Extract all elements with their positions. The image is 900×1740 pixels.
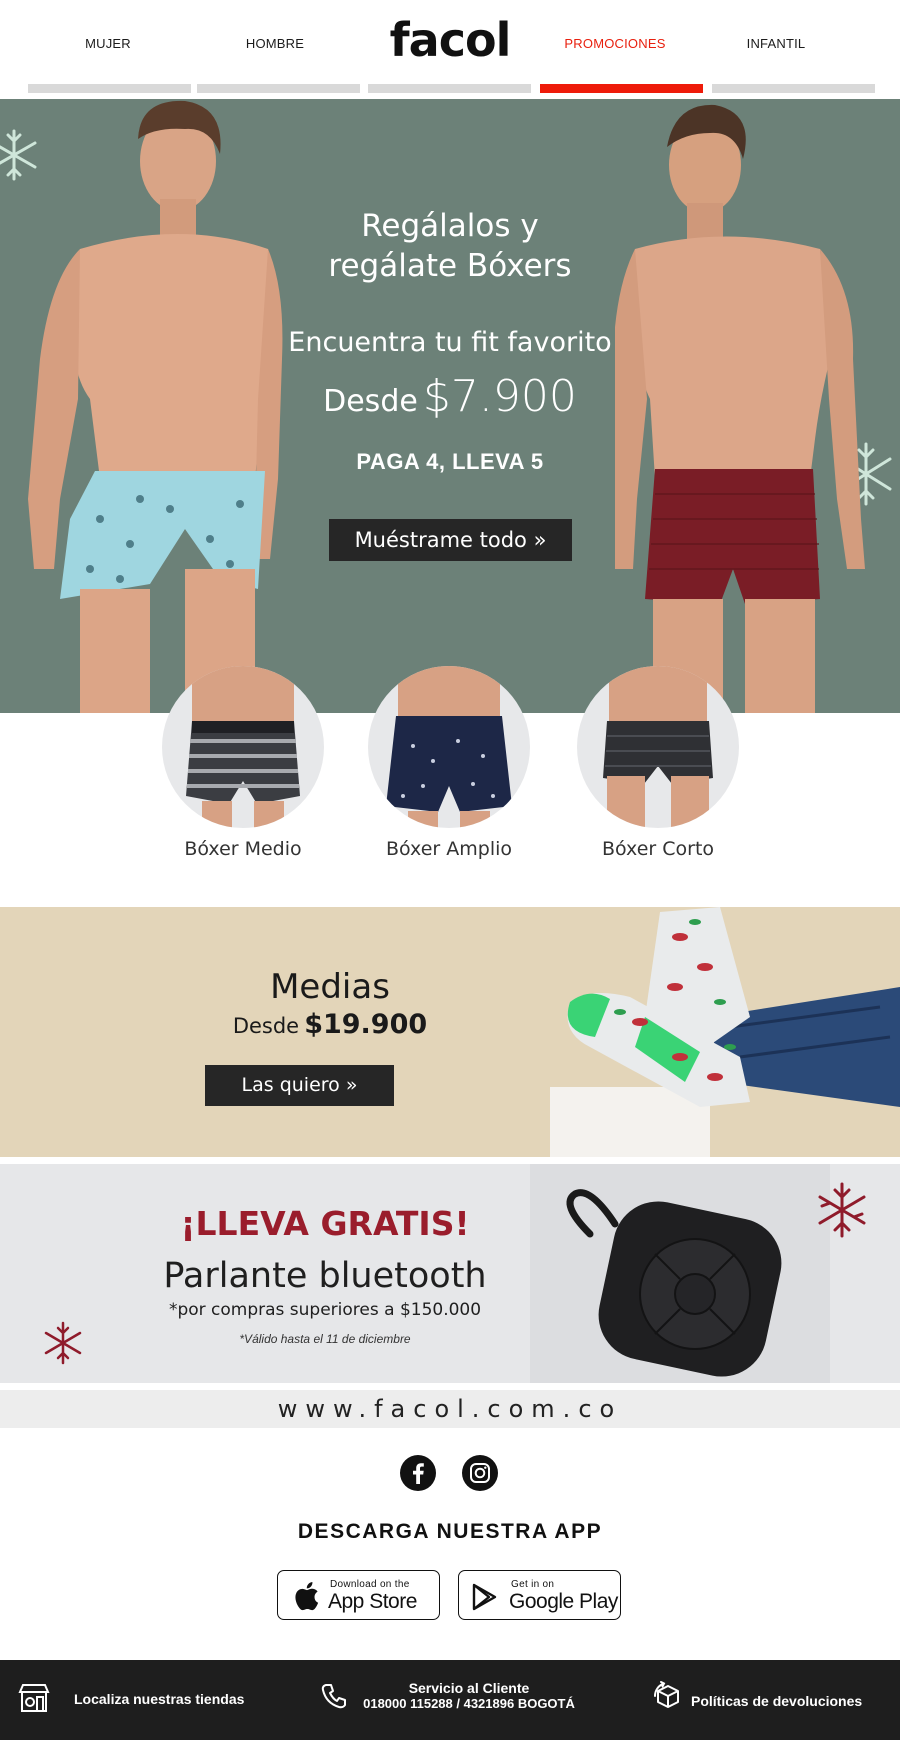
- nav-promociones[interactable]: PROMOCIONES: [535, 36, 695, 51]
- apple-icon: [295, 1582, 319, 1611]
- category-label: Bóxer Amplio: [385, 838, 513, 860]
- stores-link[interactable]: Localiza nuestras tiendas: [74, 1691, 244, 1707]
- hero-title-line1: Regálalos y: [361, 208, 539, 244]
- instagram-link[interactable]: [462, 1455, 498, 1491]
- hero-subtitle: Encuentra tu fit favorito: [288, 327, 612, 358]
- hero-title: Regálalos y regálate Bóxers: [250, 206, 650, 286]
- nav-underline: [197, 84, 360, 93]
- category-image: [368, 666, 530, 828]
- footer-bar: Localiza nuestras tiendas Servicio al Cl…: [0, 1660, 900, 1740]
- socks-price-amount: $19.900: [304, 1009, 428, 1040]
- category-image: [577, 666, 739, 828]
- google-play-button[interactable]: Get in on Google Play: [458, 1570, 621, 1620]
- show-all-button[interactable]: Muéstrame todo »: [329, 519, 572, 561]
- gift-headline: ¡LLEVA GRATIS!: [180, 1204, 470, 1243]
- nav-underline: [712, 84, 875, 93]
- facol-logo[interactable]: facol: [385, 10, 515, 70]
- socks-image: [550, 907, 900, 1157]
- category-label: Bóxer Medio: [184, 838, 302, 860]
- bluetooth-speaker-image: [566, 1189, 782, 1377]
- boxer-amplio-image: [386, 666, 512, 828]
- app-store-small: Download on the: [330, 1579, 410, 1590]
- nav-underline: [28, 84, 191, 93]
- hero-price-label: Desde: [323, 384, 418, 419]
- facebook-icon: [413, 1463, 424, 1484]
- logo-text: facol: [389, 13, 512, 67]
- google-play-icon: [472, 1583, 497, 1611]
- nav-mujer[interactable]: MUJER: [28, 36, 188, 51]
- phone-icon: [321, 1684, 346, 1709]
- socks-cta-button[interactable]: Las quiero »: [205, 1065, 394, 1106]
- gift-product: Parlante bluetooth: [163, 1256, 487, 1296]
- hero-title-line2: regálate Bóxers: [328, 248, 572, 284]
- header: MUJER HOMBRE facol PROMOCIONES INFANTIL: [0, 0, 900, 100]
- socks-title: Medias: [270, 967, 390, 1007]
- category-boxer-medio[interactable]: Bóxer Medio: [158, 666, 328, 860]
- category-boxer-corto[interactable]: Bóxer Corto: [573, 666, 743, 860]
- return-box-icon: [653, 1681, 679, 1708]
- hero-banner[interactable]: Regálalos y regálate Bóxers Encuentra tu…: [0, 99, 900, 713]
- gift-validity: *Válido hasta el 11 de diciembre: [239, 1332, 411, 1346]
- customer-service[interactable]: Servicio al Cliente 018000 115288 / 4321…: [354, 1680, 584, 1711]
- socks-price-label: Desde: [232, 1014, 300, 1038]
- socks-banner[interactable]: Medias Desde $19.900 Las quiero »: [0, 907, 900, 1157]
- gift-condition: *por compras superiores a $150.000: [168, 1300, 482, 1320]
- category-image: [162, 666, 324, 828]
- boxer-corto-image: [603, 666, 713, 828]
- gift-banner[interactable]: ¡LLEVA GRATIS! Parlante bluetooth *por c…: [0, 1164, 900, 1383]
- snowflake-icon: [44, 1321, 82, 1365]
- nav-underline: [368, 84, 531, 93]
- speaker-image-bg: [530, 1164, 830, 1383]
- boxer-medio-image: [186, 666, 300, 828]
- app-download-heading: DESCARGA NUESTRA APP: [297, 1520, 603, 1543]
- category-label: Bóxer Corto: [601, 838, 715, 860]
- instagram-icon: [470, 1463, 490, 1483]
- hero-price-amount: $7.900: [422, 371, 577, 422]
- hero-promo: PAGA 4, LLEVA 5: [356, 449, 544, 474]
- google-play-big: Google Play: [509, 1590, 618, 1613]
- app-store-button[interactable]: Download on the App Store: [277, 1570, 440, 1620]
- nav-infantil[interactable]: INFANTIL: [696, 36, 856, 51]
- snowflake-icon: [818, 1182, 866, 1238]
- socks-price: Desde $19.900: [150, 1009, 510, 1040]
- service-phone: 018000 115288 / 4321896 BOGOTÁ: [363, 1696, 575, 1711]
- returns-link[interactable]: Políticas de devoluciones: [691, 1693, 862, 1709]
- service-title: Servicio al Cliente: [408, 1680, 530, 1696]
- nav-underline-active: [540, 84, 703, 93]
- website-link[interactable]: www.facol.com.co: [0, 1390, 900, 1428]
- store-icon: [18, 1684, 50, 1712]
- nav-hombre[interactable]: HOMBRE: [195, 36, 355, 51]
- hero-price: Desde $7.900: [230, 371, 670, 422]
- facebook-link[interactable]: [400, 1455, 436, 1491]
- category-boxer-amplio[interactable]: Bóxer Amplio: [364, 666, 534, 860]
- google-play-small: Get in on: [511, 1579, 555, 1590]
- app-store-big: App Store: [328, 1590, 417, 1613]
